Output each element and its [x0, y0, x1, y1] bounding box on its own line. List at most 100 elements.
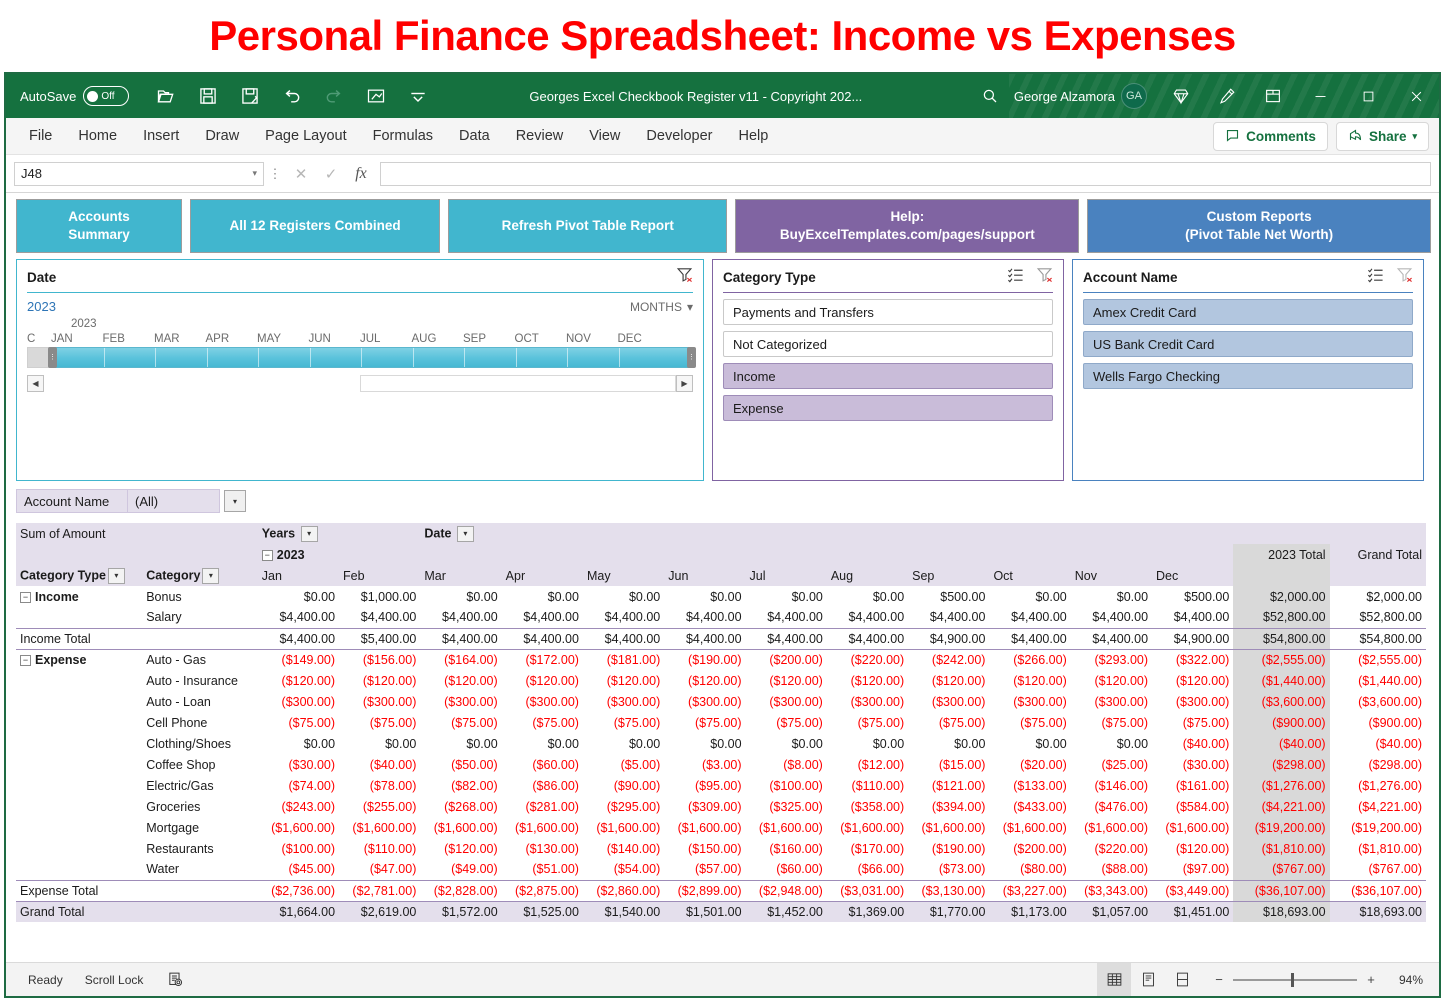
timeline-tick-dec[interactable]: DEC [618, 333, 670, 345]
custom-reports-button[interactable]: Custom Reports (Pivot Table Net Worth) [1087, 199, 1431, 253]
accounts-summary-button[interactable]: Accounts Summary [16, 199, 182, 253]
timeline-period-chevron-down-icon[interactable]: ▾ [687, 300, 693, 314]
zoom-slider-thumb[interactable] [1291, 973, 1294, 987]
multi-select-icon[interactable] [1367, 266, 1384, 288]
zoom-in-button[interactable]: + [1365, 972, 1377, 987]
slicer-item-us-bank-credit-card[interactable]: US Bank Credit Card [1083, 331, 1413, 357]
timeline-tick-nov[interactable]: NOV [566, 333, 618, 345]
maximize-button[interactable] [1345, 74, 1391, 118]
tab-help[interactable]: Help [726, 124, 782, 148]
col-header-jan[interactable]: Jan [258, 565, 339, 586]
timeline-tick-jan[interactable]: JAN [51, 333, 103, 345]
slicer-item-expense[interactable]: Expense [723, 395, 1053, 421]
timeline-handle-right[interactable]: ⋮ [687, 347, 696, 368]
tab-formulas[interactable]: Formulas [360, 124, 446, 148]
clear-filter-icon[interactable] [1396, 266, 1413, 288]
cancel-icon[interactable]: ✕ [286, 161, 316, 187]
normal-view-icon[interactable] [1097, 963, 1131, 997]
category-sort-icon[interactable]: ▾ [202, 568, 219, 584]
scroll-lock-indicator[interactable]: Scroll Lock [85, 973, 144, 987]
tab-insert[interactable]: Insert [130, 124, 192, 148]
undo-icon[interactable] [271, 79, 313, 113]
timeline-tick-aug[interactable]: AUG [412, 333, 464, 345]
timeline-scroll-thumb[interactable] [360, 375, 676, 392]
minimize-button[interactable] [1297, 74, 1343, 118]
zoom-control[interactable]: − + [1213, 972, 1377, 987]
timeline-scroll-right-icon[interactable]: ▶ [676, 375, 693, 392]
multi-select-icon[interactable] [1007, 266, 1024, 288]
slicer-item-amex-credit-card[interactable]: Amex Credit Card [1083, 299, 1413, 325]
tab-draw[interactable]: Draw [192, 124, 252, 148]
page-break-preview-icon[interactable] [1165, 963, 1199, 997]
search-icon[interactable] [968, 79, 1012, 113]
timeline-tick-mar[interactable]: MAR [154, 333, 206, 345]
tab-file[interactable]: File [16, 124, 65, 148]
timeline-period-selector[interactable]: MONTHS ▾ [630, 300, 693, 314]
timeline-bar[interactable]: ⋮ ⋮ [27, 347, 693, 368]
help-support-button[interactable]: Help: BuyExcelTemplates.com/pages/suppor… [735, 199, 1079, 253]
close-button[interactable] [1393, 74, 1439, 118]
zoom-out-button[interactable]: − [1213, 972, 1225, 987]
pivot-filter-value[interactable]: (All) [128, 489, 220, 513]
col-header-feb[interactable]: Feb [339, 565, 420, 586]
open-folder-icon[interactable] [145, 79, 187, 113]
enter-checkmark-icon[interactable]: ✓ [316, 161, 346, 187]
ribbon-display-options-icon[interactable] [1251, 79, 1295, 113]
tab-data[interactable]: Data [446, 124, 503, 148]
all-registers-combined-button[interactable]: All 12 Registers Combined [190, 199, 440, 253]
macro-record-icon[interactable] [167, 971, 184, 988]
timeline-tick-jul[interactable]: JUL [360, 333, 412, 345]
col-header-may[interactable]: May [583, 565, 664, 586]
timeline-tick-jun[interactable]: JUN [309, 333, 361, 345]
name-box-chevron-down-icon[interactable]: ▾ [252, 168, 257, 179]
timeline-tick-apr[interactable]: APR [206, 333, 258, 345]
timeline-tick-feb[interactable]: FEB [103, 333, 155, 345]
col-header-jul[interactable]: Jul [746, 565, 827, 586]
tab-developer[interactable]: Developer [633, 124, 725, 148]
touch-write-icon[interactable] [355, 79, 397, 113]
customize-qat-chevron-down-icon[interactable] [397, 79, 439, 113]
pivot-filter-chevron-down-icon[interactable]: ▾ [224, 490, 246, 512]
insert-function-icon[interactable]: fx [346, 161, 376, 187]
col-header-sep[interactable]: Sep [908, 565, 989, 586]
date-timeline-slicer[interactable]: Date 2023 MONTHS ▾ [16, 259, 704, 481]
category-type-filter-icon[interactable]: ▾ [108, 568, 125, 584]
clear-filter-icon[interactable] [676, 266, 693, 288]
tab-page-layout[interactable]: Page Layout [252, 124, 359, 148]
years-filter-icon[interactable]: ▾ [301, 526, 318, 542]
slicer-item-income[interactable]: Income [723, 363, 1053, 389]
col-header-mar[interactable]: Mar [420, 565, 501, 586]
col-header-aug[interactable]: Aug [827, 565, 908, 586]
slicer-item-payments-and-transfers[interactable]: Payments and Transfers [723, 299, 1053, 325]
account-name[interactable]: George Alzamora [1014, 89, 1115, 104]
col-header-dec[interactable]: Dec [1152, 565, 1233, 586]
clear-filter-icon[interactable] [1036, 266, 1053, 288]
autosave-switch[interactable]: Off [83, 86, 129, 106]
timeline-tick-sep[interactable]: SEP [463, 333, 515, 345]
pen-highlighter-icon[interactable] [1205, 79, 1249, 113]
diamond-icon[interactable] [1159, 79, 1203, 113]
col-header-jun[interactable]: Jun [664, 565, 745, 586]
timeline-bar-selected[interactable]: ⋮ ⋮ [51, 347, 693, 368]
autosave-toggle[interactable]: AutoSave Off [20, 86, 129, 106]
timeline-scrollbar[interactable]: ◀ ▶ [27, 375, 693, 392]
category-type-slicer[interactable]: Category Type Payments and Transfers N [712, 259, 1064, 481]
tab-view[interactable]: View [576, 124, 633, 148]
refresh-pivot-table-button[interactable]: Refresh Pivot Table Report [448, 199, 727, 253]
timeline-tick-may[interactable]: MAY [257, 333, 309, 345]
col-header-oct[interactable]: Oct [989, 565, 1070, 586]
share-button[interactable]: Share ▾ [1336, 122, 1429, 151]
name-box[interactable]: J48 ▾ [14, 162, 264, 186]
col-header-nov[interactable]: Nov [1071, 565, 1152, 586]
col-header-apr[interactable]: Apr [502, 565, 583, 586]
slicer-item-wells-fargo-checking[interactable]: Wells Fargo Checking [1083, 363, 1413, 389]
timeline-scroll-track[interactable] [44, 375, 676, 392]
date-filter-icon[interactable]: ▾ [457, 526, 474, 542]
collapse-expense-icon[interactable]: − [20, 655, 31, 666]
save-as-icon[interactable] [229, 79, 271, 113]
collapse-year-icon[interactable]: − [262, 550, 273, 561]
zoom-slider[interactable] [1233, 973, 1357, 987]
group-label-income[interactable]: −Income [16, 586, 142, 607]
formula-input[interactable] [380, 162, 1431, 186]
account-name-slicer[interactable]: Account Name Amex Credit Card US Bank [1072, 259, 1424, 481]
